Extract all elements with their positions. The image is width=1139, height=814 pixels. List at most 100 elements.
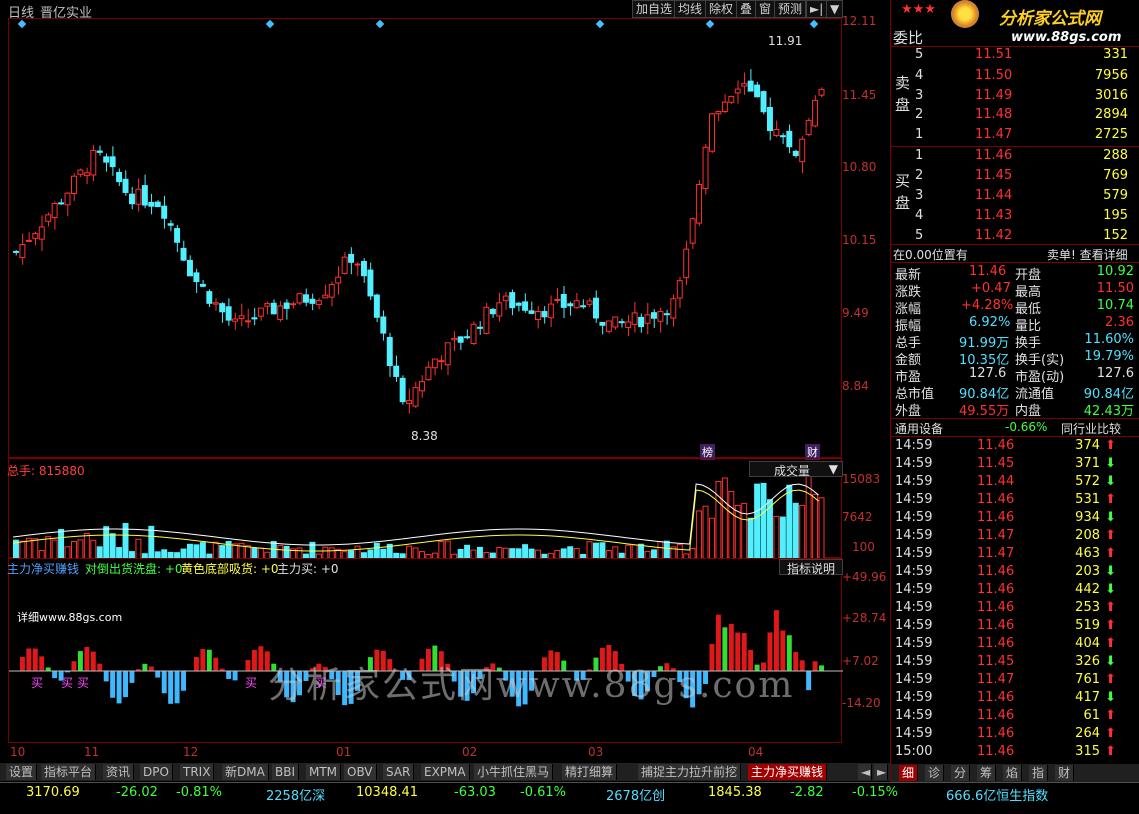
buy-row[interactable]: 2 11.45 769 [891, 168, 1139, 185]
tab-sar[interactable]: SAR [383, 764, 415, 780]
candle-body [354, 263, 361, 266]
buy-row[interactable]: 4 11.43 195 [891, 208, 1139, 225]
sell-row[interactable]: 4 11.50 7956 [891, 68, 1139, 85]
sell-row[interactable]: 5 11.51 331 [891, 47, 1139, 64]
tick-volume: 371 [1075, 456, 1100, 471]
candle-body [335, 276, 342, 284]
volume-tick: 15083 [842, 472, 881, 486]
indicator-panel[interactable]: 买买买买买 主力净买赚钱 对倒出货洗盘: +0 黄色底部吸货: +0 主力买: … [7, 558, 843, 743]
chart-menu-button[interactable]: ▼ [826, 0, 844, 18]
volume-bar [464, 544, 471, 560]
panel-tab-diagnose[interactable]: 诊 [925, 765, 945, 781]
tick-volume: 264 [1075, 726, 1100, 741]
indicator-tick: +49.96 [842, 570, 887, 584]
buy-row[interactable]: 5 11.42 152 [891, 228, 1139, 245]
buy-row[interactable]: 1 11.46 288 [891, 148, 1139, 165]
quote-row: 外盘 49.55万 内盘 42.43万 [895, 404, 1134, 419]
indicator-bar [97, 663, 103, 671]
indicator-help-button[interactable]: 指标说明 [779, 559, 843, 576]
overlay-button[interactable]: 叠 [736, 0, 757, 18]
tick-volume: 934 [1075, 510, 1100, 525]
tab-settings[interactable]: 设置 [6, 764, 38, 780]
candle-body [438, 360, 445, 363]
price-tick: 9.49 [842, 306, 869, 320]
candle-body [702, 146, 709, 190]
volume-bar [702, 505, 709, 560]
indicator-bar [110, 671, 116, 698]
panel-tab-detail[interactable]: 细 [899, 765, 919, 781]
candlestick-chart[interactable] [8, 18, 842, 458]
sell-row[interactable]: 3 11.49 3016 [891, 88, 1139, 105]
ma-button[interactable]: 均线 [674, 0, 707, 18]
indicator-bar [77, 651, 83, 671]
jump-end-button[interactable]: ►| [806, 0, 828, 18]
tab-scroll-left[interactable]: ◄ [858, 764, 872, 780]
tab-obv[interactable]: OBV [344, 764, 377, 780]
volume-bar [212, 541, 219, 560]
candle-body [51, 202, 58, 219]
indicator-bar [251, 649, 257, 671]
tab-main-net-buy[interactable]: 主力净买赚钱 [748, 764, 828, 780]
tab-expma[interactable]: EXPMA [421, 764, 470, 780]
arrow-up-icon: ⬆ [1105, 726, 1116, 741]
indicator-bar [45, 667, 51, 671]
forecast-button[interactable]: 预测 [774, 0, 807, 18]
panel-tab-flame[interactable]: 焰 [1003, 765, 1023, 781]
candle-body [799, 138, 806, 163]
volume-bar [444, 540, 451, 560]
panel-tab-index[interactable]: 指 [1029, 765, 1049, 781]
tick-price: 11.46 [977, 690, 1015, 705]
logo-bar: ★★★ 分析家公式网 www.88gs.com [891, 0, 1139, 45]
tab-scroll-right[interactable]: ► [874, 764, 888, 780]
sell-row[interactable]: 1 11.47 2725 [891, 127, 1139, 144]
volume-bar [586, 541, 593, 560]
tick-row: 14:59 11.46 404 ⬆ [891, 636, 1139, 653]
candle-body [116, 171, 123, 183]
tab-dpo[interactable]: DPO [140, 764, 173, 780]
tab-precise[interactable]: 精打细算 [562, 764, 618, 780]
add-watchlist-button[interactable]: 加自选 [632, 0, 677, 18]
candle-body [38, 226, 45, 240]
indicator-select[interactable]: 成交量 ▼ [749, 461, 843, 478]
tab-trix[interactable]: TRIX [180, 764, 215, 780]
panel-tab-minute[interactable]: 分 [951, 765, 971, 781]
signal-diamond [17, 19, 27, 29]
peer-compare-button[interactable]: 同行业比较 [1061, 420, 1121, 437]
signal-diamond [595, 19, 605, 29]
volume-bar [818, 497, 825, 560]
tick-time: 15:00 [895, 744, 933, 759]
tab-news[interactable]: 资讯 [103, 764, 135, 780]
sector-name[interactable]: 通用设备 [895, 420, 943, 437]
panel-tab-finance[interactable]: 财 [1055, 765, 1075, 781]
tab-capture[interactable]: 捕捉主力拉升前挖 [638, 764, 742, 780]
candle-body [464, 336, 471, 339]
sell-row[interactable]: 2 11.48 2894 [891, 107, 1139, 124]
window-button[interactable]: 窗 [755, 0, 776, 18]
low-annotation: 8.38 [411, 429, 438, 443]
indicator-bar [26, 648, 32, 671]
exright-button[interactable]: 除权 [705, 0, 738, 18]
tab-calf[interactable]: 小牛抓住黑马 [474, 764, 554, 780]
tick-time: 14:59 [895, 654, 933, 669]
volume-bar [90, 539, 97, 560]
indicator-bar [168, 671, 174, 704]
candle-body [238, 315, 245, 319]
tab-indicator-platform[interactable]: 指标平台 [41, 764, 97, 780]
volume-bar [786, 484, 793, 560]
buy-row[interactable]: 3 11.44 579 [891, 188, 1139, 205]
tick-time: 14:59 [895, 726, 933, 741]
tab-bbi[interactable]: BBI [272, 764, 300, 780]
tab-mtm[interactable]: MTM [306, 764, 342, 780]
panel-tab-chips[interactable]: 筹 [977, 765, 997, 781]
volume-bar [754, 483, 761, 560]
candle-body [206, 291, 213, 304]
volume-bar [734, 504, 741, 560]
candle-body [792, 150, 799, 157]
status-right[interactable]: 卖单! 查看详细 [1047, 246, 1128, 263]
volume-panel[interactable]: 总手: 815880 成交量 ▼ [7, 458, 843, 560]
candle-body [367, 269, 374, 297]
tab-new-dma[interactable]: 新DMA [222, 764, 269, 780]
tick-row: 14:59 11.45 326 ⬇ [891, 654, 1139, 671]
indicator-bar [148, 666, 154, 671]
candle-body [90, 149, 97, 176]
